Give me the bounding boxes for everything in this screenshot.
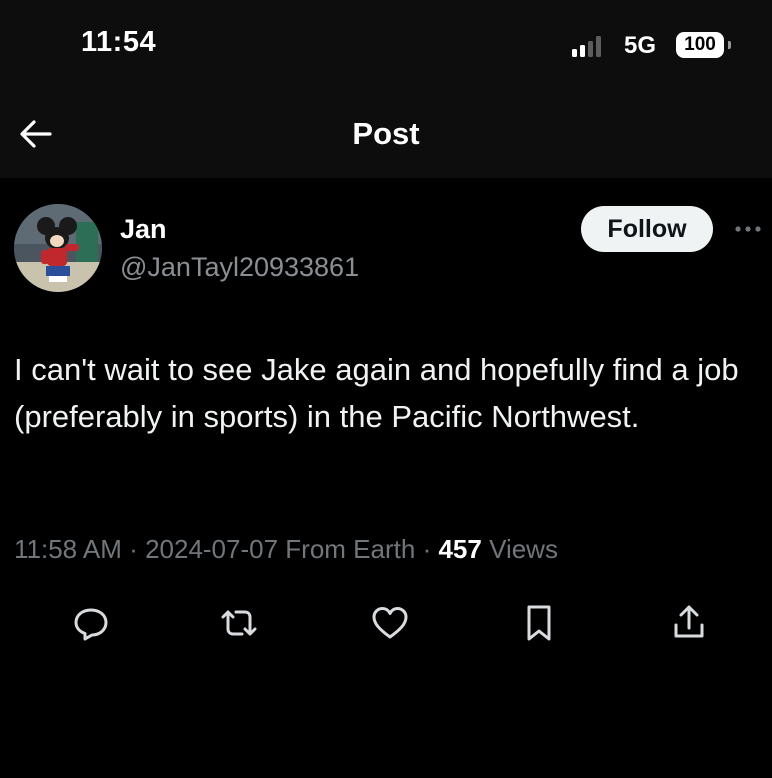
meta-separator: ·	[129, 534, 146, 564]
meta-separator: ·	[422, 534, 439, 564]
signal-strength-icon	[572, 35, 612, 57]
avatar[interactable]	[14, 204, 102, 292]
page-title: Post	[352, 116, 420, 151]
battery-icon: 100	[676, 32, 724, 58]
views-count[interactable]: 457	[438, 534, 481, 564]
reply-button[interactable]	[66, 598, 116, 648]
more-dots-icon	[735, 226, 761, 232]
share-icon	[674, 605, 704, 638]
views-label[interactable]: Views	[489, 534, 558, 564]
network-type: 5G	[624, 32, 657, 59]
post: Jan @JanTayl20933861 Follow I can't wait…	[0, 178, 772, 778]
repost-icon	[221, 610, 257, 636]
post-meta: 11:58 AM · 2024-07-07 From Earth · 457 V…	[14, 534, 558, 565]
bookmark-icon	[527, 605, 551, 641]
like-button[interactable]	[365, 598, 415, 648]
reply-icon	[74, 608, 108, 641]
nav-header: Post	[0, 90, 772, 178]
post-location: From Earth	[285, 534, 416, 564]
post-date: 2024-07-07	[145, 534, 279, 564]
repost-button[interactable]	[214, 598, 264, 648]
back-button[interactable]	[14, 112, 58, 156]
post-time: 11:58 AM	[14, 534, 122, 564]
arrow-left-icon	[20, 120, 52, 148]
author-handle[interactable]: @JanTayl20933861	[120, 252, 359, 283]
author-name[interactable]: Jan	[120, 214, 167, 245]
more-options-button[interactable]	[733, 220, 763, 238]
status-time: 11:54	[81, 26, 157, 58]
share-button[interactable]	[664, 598, 714, 648]
battery-cap	[728, 41, 731, 49]
post-text: I can't wait to see Jake again and hopef…	[14, 352, 739, 434]
like-icon	[372, 607, 408, 639]
status-bar: 11:54 5G 100	[0, 0, 772, 90]
post-actions	[0, 598, 772, 648]
follow-button[interactable]: Follow	[581, 206, 713, 252]
bookmark-button[interactable]	[514, 598, 564, 648]
avatar-image	[14, 204, 102, 292]
